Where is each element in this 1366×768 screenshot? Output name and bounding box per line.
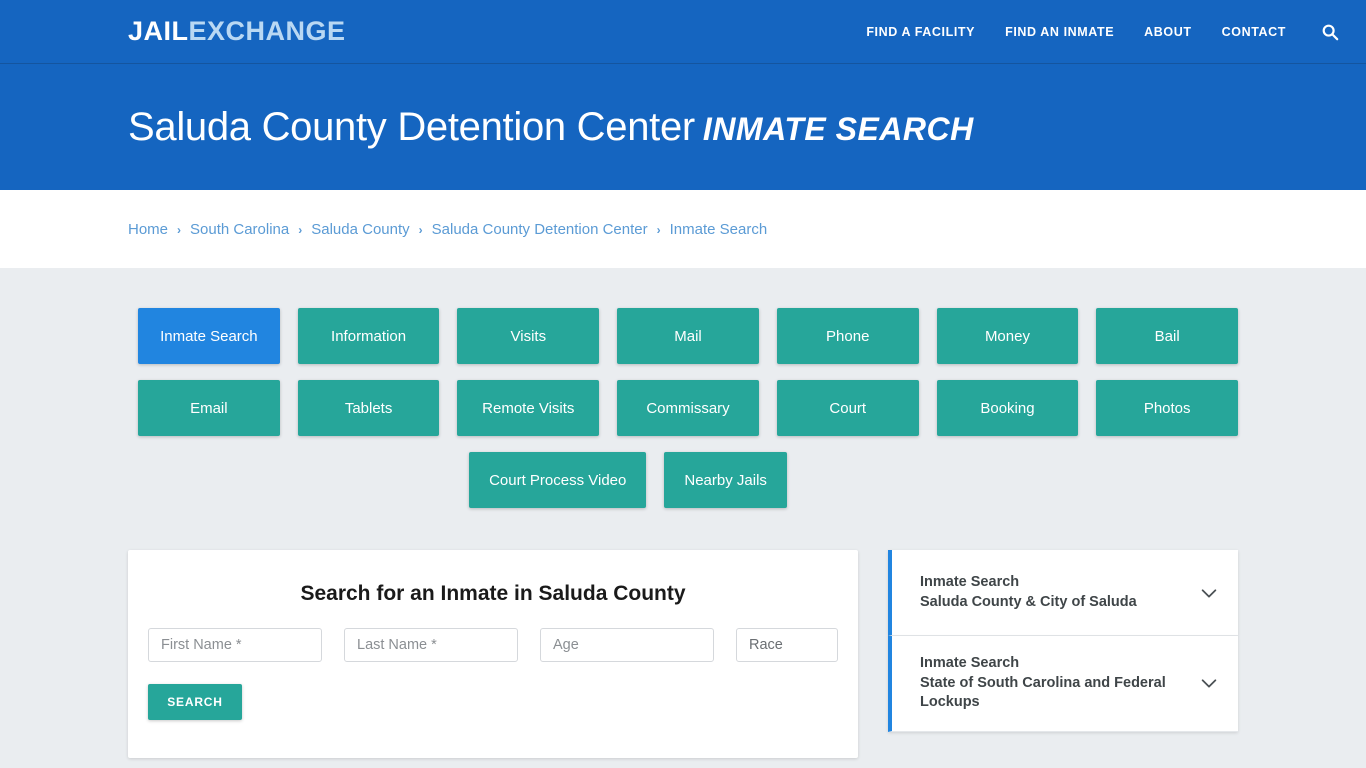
- tab-row-3: Court Process Video Nearby Jails: [138, 452, 1238, 508]
- nav-item-find-an-inmate[interactable]: FIND AN INMATE: [1005, 25, 1114, 39]
- race-select[interactable]: Race: [736, 628, 838, 662]
- tab-court-process-video[interactable]: Court Process Video: [469, 452, 647, 508]
- page-title-subtitle: INMATE SEARCH: [702, 110, 974, 147]
- nav-item-contact[interactable]: CONTACT: [1222, 25, 1286, 39]
- chevron-down-icon[interactable]: [1198, 582, 1220, 604]
- breadcrumb-separator-icon: ›: [418, 223, 423, 237]
- tab-photos[interactable]: Photos: [1096, 380, 1239, 436]
- logo-text-jail: JAIL: [128, 16, 189, 46]
- tab-visits[interactable]: Visits: [457, 308, 600, 364]
- first-name-input[interactable]: [148, 628, 322, 662]
- accordion-subtitle: Saluda County & City of Saluda: [920, 593, 1137, 610]
- breadcrumb-item-south-carolina[interactable]: South Carolina: [190, 221, 289, 238]
- site-logo[interactable]: JAILEXCHANGE: [128, 16, 346, 47]
- tab-money[interactable]: Money: [936, 308, 1079, 364]
- tab-email[interactable]: Email: [138, 380, 280, 436]
- breadcrumb-item-home[interactable]: Home: [128, 221, 168, 238]
- search-icon[interactable]: [1320, 22, 1340, 42]
- breadcrumb-separator-icon: ›: [298, 223, 303, 237]
- accordion-title: Inmate Search: [920, 573, 1020, 590]
- tab-inmate-search[interactable]: Inmate Search: [138, 308, 280, 364]
- tab-tablets[interactable]: Tablets: [297, 380, 440, 436]
- tab-booking[interactable]: Booking: [936, 380, 1079, 436]
- tab-mail[interactable]: Mail: [617, 308, 759, 364]
- tab-phone[interactable]: Phone: [776, 308, 919, 364]
- age-input[interactable]: [540, 628, 714, 662]
- logo-text-exchange: EXCHANGE: [188, 16, 346, 46]
- breadcrumb-separator-icon: ›: [656, 223, 661, 237]
- nav-item-find-a-facility[interactable]: FIND A FACILITY: [866, 25, 975, 39]
- accordion-subtitle: State of South Carolina and Federal Lock…: [920, 674, 1166, 711]
- main-content: Search for an Inmate in Saluda County Ra…: [0, 524, 1366, 768]
- tab-row-2: Email Tablets Remote Visits Commissary C…: [138, 380, 1239, 436]
- accordion-item-text: Inmate Search Saluda County & City of Sa…: [920, 573, 1188, 612]
- breadcrumb-separator-icon: ›: [177, 223, 182, 237]
- accordion-item-county-inmate-search[interactable]: Inmate Search Saluda County & City of Sa…: [888, 550, 1238, 636]
- last-name-input[interactable]: [344, 628, 518, 662]
- nav-item-about[interactable]: ABOUT: [1144, 25, 1191, 39]
- page-title: Saluda County Detention Center INMATE SEA…: [128, 105, 974, 150]
- tab-information[interactable]: Information: [297, 308, 440, 364]
- facility-tab-navigation: Inmate Search Information Visits Mail Ph…: [0, 268, 1366, 508]
- tab-court[interactable]: Court: [776, 380, 919, 436]
- search-form-fields: Race: [148, 628, 838, 662]
- left-column: Search for an Inmate in Saluda County Ra…: [128, 550, 858, 768]
- search-button[interactable]: SEARCH: [148, 684, 242, 720]
- breadcrumb-item-saluda-county-detention-center[interactable]: Saluda County Detention Center: [432, 221, 648, 238]
- tab-bail[interactable]: Bail: [1096, 308, 1239, 364]
- tab-nearby-jails[interactable]: Nearby Jails: [664, 452, 787, 508]
- sidebar-accordion: Inmate Search Saluda County & City of Sa…: [888, 550, 1238, 732]
- accordion-title: Inmate Search: [920, 655, 1020, 671]
- tab-commissary[interactable]: Commissary: [617, 380, 759, 436]
- chevron-down-icon[interactable]: [1198, 672, 1220, 694]
- page-header-band: Saluda County Detention Center INMATE SEA…: [0, 64, 1366, 190]
- page-title-main: Saluda County Detention Center: [128, 104, 695, 149]
- top-navigation-bar: JAILEXCHANGE FIND A FACILITY FIND AN INM…: [0, 0, 1366, 64]
- breadcrumb-item-inmate-search: Inmate Search: [669, 220, 768, 238]
- accordion-item-state-inmate-search[interactable]: Inmate Search State of South Carolina an…: [888, 636, 1238, 732]
- tab-remote-visits[interactable]: Remote Visits: [457, 380, 600, 436]
- search-card-heading: Search for an Inmate in Saluda County: [300, 582, 686, 605]
- inmate-search-card: Search for an Inmate in Saluda County Ra…: [128, 550, 858, 758]
- breadcrumb-item-saluda-county[interactable]: Saluda County: [311, 221, 409, 238]
- tab-row-1: Inmate Search Information Visits Mail Ph…: [138, 308, 1239, 364]
- breadcrumb: Home › South Carolina › Saluda County › …: [0, 190, 1366, 268]
- main-menu: FIND A FACILITY FIND AN INMATE ABOUT CON…: [866, 22, 1340, 42]
- accordion-item-text: Inmate Search State of South Carolina an…: [920, 654, 1188, 713]
